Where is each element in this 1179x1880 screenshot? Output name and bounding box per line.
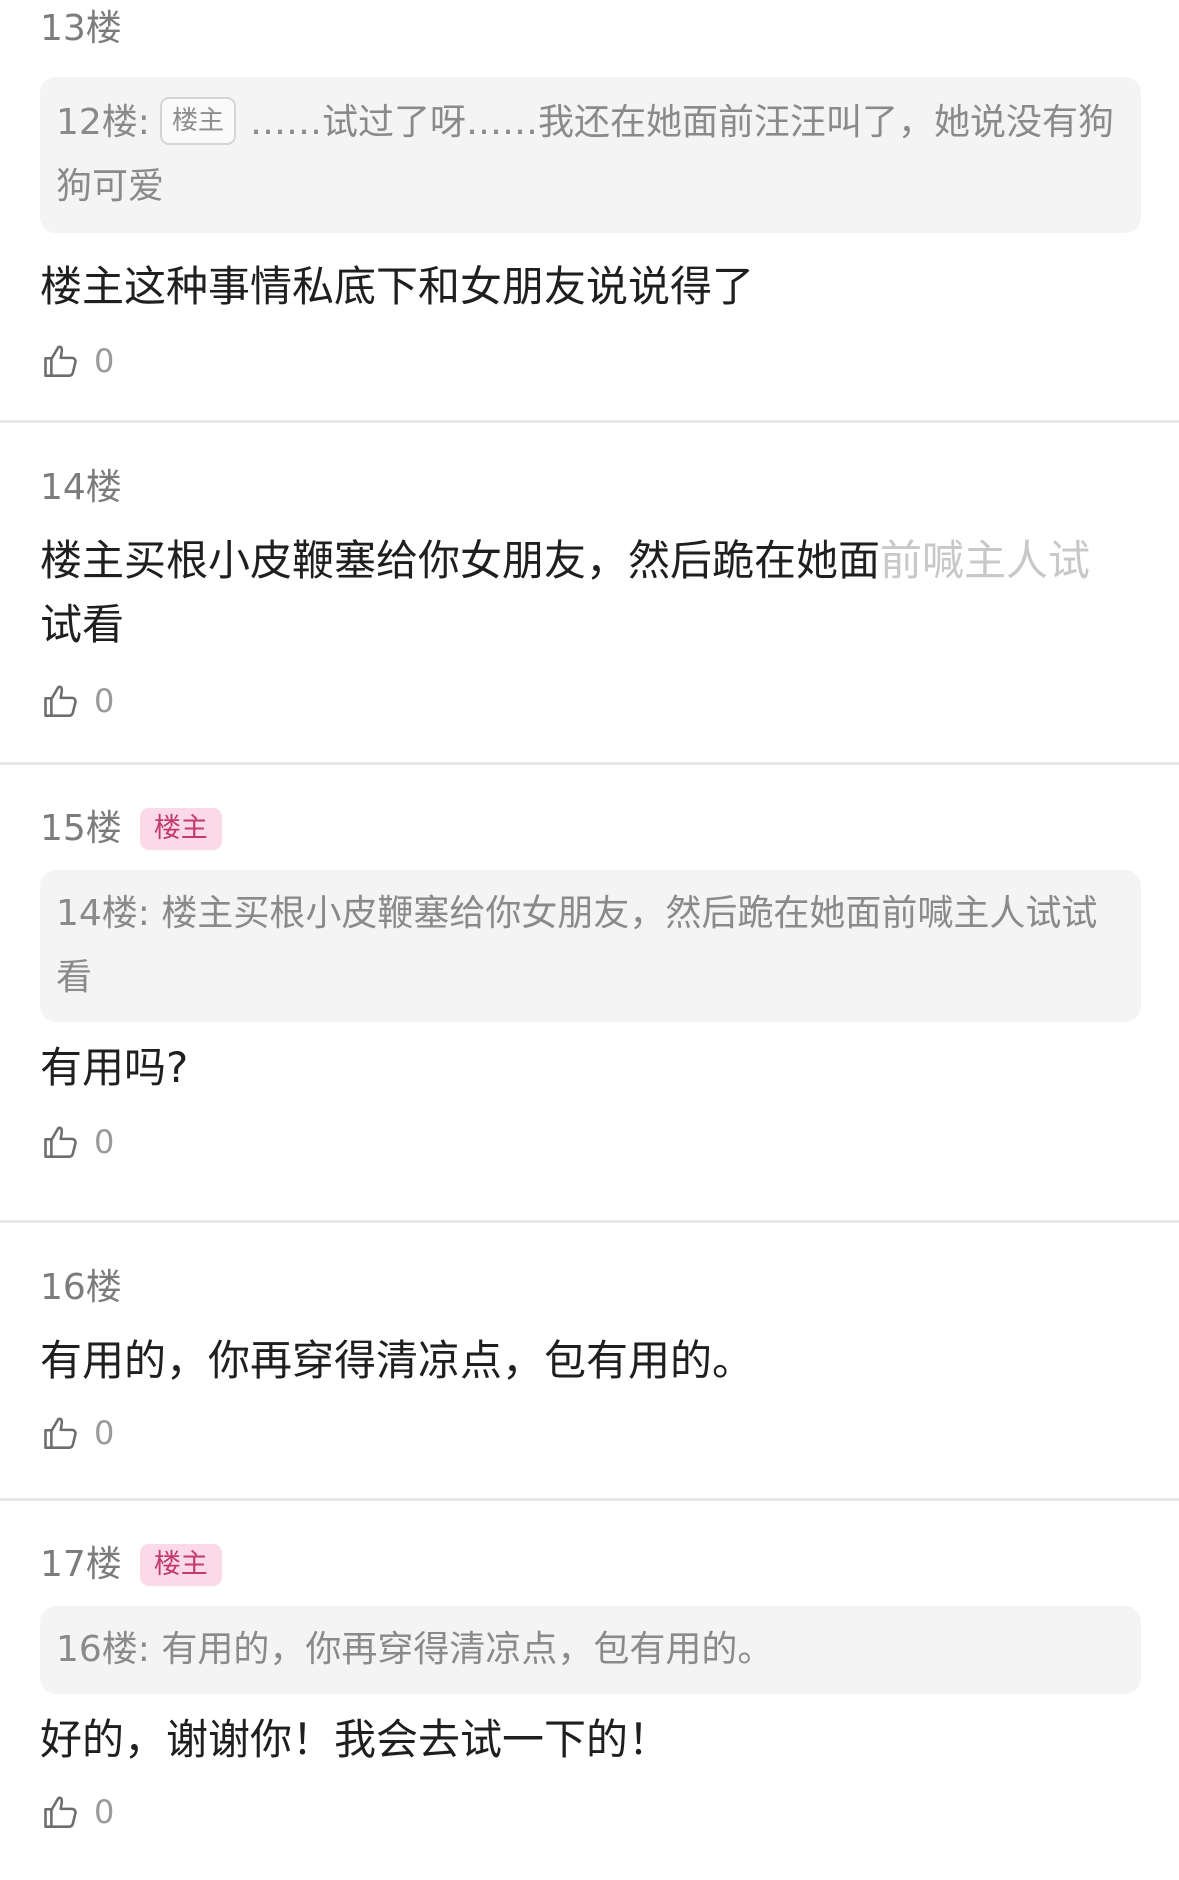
quote-text: 14楼: 楼主买根小皮鞭塞给你女朋友，然后跪在她面前喊主人试试看: [56, 893, 1098, 998]
like-button[interactable]: 0: [40, 677, 1179, 725]
comment-thread: 13楼 12楼: 楼主 ……试过了呀……我还在她面前汪汪叫了，她说没有狗狗可爱 楼主…: [0, 0, 1179, 1880]
quote-text: 16楼: 有用的，你再穿得清凉点，包有用的。: [56, 1629, 774, 1670]
op-badge: 楼主: [139, 808, 222, 850]
comment-body: 楼主买根小皮鞭塞给你女朋友，然后跪在她面前喊主人试试看: [40, 529, 1144, 657]
like-count: 0: [94, 1123, 115, 1161]
comment-body-faded-text: 前喊主人试: [880, 536, 1091, 585]
op-badge: 楼主: [139, 1544, 222, 1586]
floor-line: 13楼: [40, 8, 1179, 50]
floor-line: 16楼: [40, 1267, 1179, 1309]
comment-body: 好的，谢谢你！我会去试一下的！: [40, 1715, 671, 1764]
floor-number: 13楼: [40, 8, 122, 49]
floor-line: 15楼 楼主: [40, 808, 1179, 850]
like-button[interactable]: 0: [40, 1409, 1179, 1457]
like-count: 0: [94, 1414, 115, 1452]
floor-number: 15楼: [40, 808, 122, 849]
floor-number: 17楼: [40, 1544, 122, 1585]
thumbs-up-icon: [44, 1126, 77, 1158]
floor-line: 14楼: [40, 467, 1179, 509]
floor-number: 16楼: [40, 1267, 122, 1308]
like-count: 0: [94, 682, 115, 720]
quote-floor-ref: 12楼:: [56, 102, 150, 143]
like-button[interactable]: 0: [40, 1118, 1179, 1166]
like-button[interactable]: 0: [40, 337, 1179, 385]
thumbs-up-icon: [44, 685, 77, 717]
comment-post: 15楼 楼主 14楼: 楼主买根小皮鞭塞给你女朋友，然后跪在她面前喊主人试试看 …: [0, 765, 1179, 1223]
quoted-reply[interactable]: 16楼: 有用的，你再穿得清凉点，包有用的。: [40, 1606, 1141, 1694]
comment-post: 17楼 楼主 16楼: 有用的，你再穿得清凉点，包有用的。 好的，谢谢你！我会去…: [0, 1501, 1179, 1877]
thumbs-up-icon: [44, 345, 77, 377]
quoted-reply[interactable]: 14楼: 楼主买根小皮鞭塞给你女朋友，然后跪在她面前喊主人试试看: [40, 870, 1141, 1022]
floor-line: 17楼 楼主: [40, 1544, 1179, 1586]
op-badge: 楼主: [159, 97, 236, 145]
comment-post: 13楼 12楼: 楼主 ……试过了呀……我还在她面前汪汪叫了，她说没有狗狗可爱 楼主…: [0, 0, 1179, 423]
like-button[interactable]: 0: [40, 1788, 1179, 1836]
comment-body: 有用吗?: [40, 1043, 189, 1092]
like-count: 0: [94, 342, 115, 380]
thumbs-up-icon: [44, 1796, 77, 1828]
comment-body: 楼主这种事情私底下和女朋友说说得了: [40, 262, 755, 311]
floor-number: 14楼: [40, 467, 122, 508]
comment-body-text: 楼主买根小皮鞭塞给你女朋友，然后跪在她面: [40, 536, 881, 585]
thumbs-up-icon: [44, 1417, 77, 1449]
comment-body: 有用的，你再穿得清凉点，包有用的。: [40, 1336, 755, 1385]
comment-post: 14楼 楼主买根小皮鞭塞给你女朋友，然后跪在她面前喊主人试试看 0: [0, 423, 1179, 765]
like-count: 0: [94, 1793, 115, 1831]
quoted-reply[interactable]: 12楼: 楼主 ……试过了呀……我还在她面前汪汪叫了，她说没有狗狗可爱: [40, 77, 1141, 233]
comment-post: 16楼 有用的，你再穿得清凉点，包有用的。 0: [0, 1223, 1179, 1501]
comment-body-text-continued: 试看: [40, 600, 125, 649]
